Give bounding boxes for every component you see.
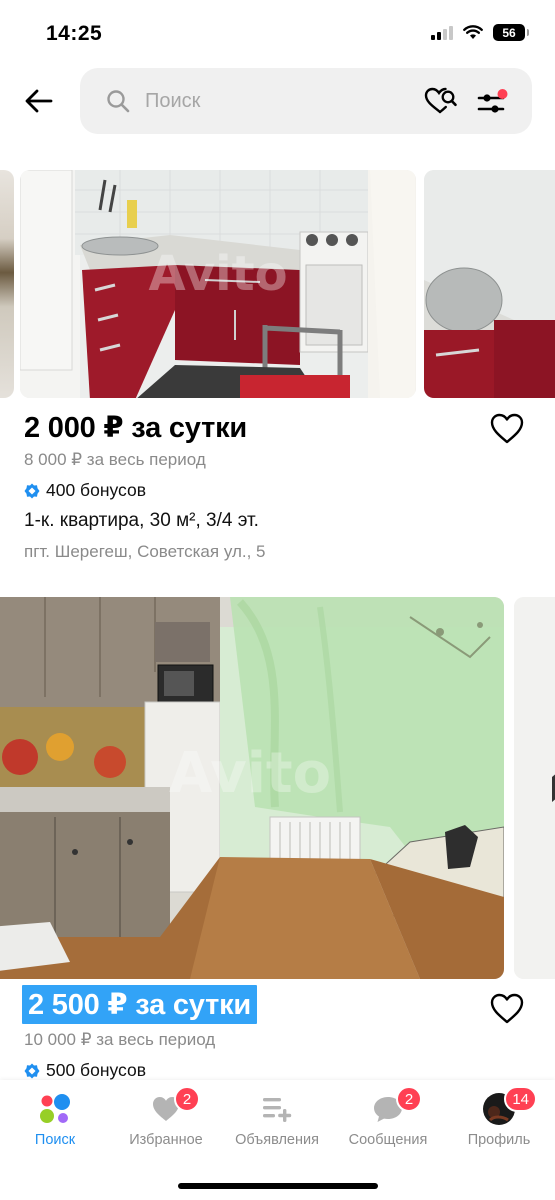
- arrow-left-icon: [25, 89, 53, 113]
- search-icon: [107, 90, 130, 113]
- listing-bonus: 500 бонусов: [24, 1060, 146, 1081]
- photo-carousel[interactable]: Avito: [0, 597, 555, 979]
- tab-messages[interactable]: 2 Сообщения: [333, 1080, 443, 1160]
- bonus-icon: [24, 1063, 40, 1078]
- wifi-icon: [463, 25, 483, 39]
- status-bar: 14:25 56: [0, 0, 555, 62]
- bonus-label: 400 бонусов: [46, 480, 147, 500]
- avatar-icon: 14: [481, 1086, 537, 1126]
- favorites-badge: 2: [174, 1086, 200, 1112]
- avito-dots-icon: [37, 1092, 73, 1126]
- listing-card[interactable]: Avito 2 000 ₽ за сутки 8 000 ₽ за весь п…: [0, 170, 555, 570]
- heart-search-icon[interactable]: [424, 87, 458, 115]
- kitchen-photo-image: Avito: [0, 597, 504, 979]
- bonus-icon: [24, 483, 40, 498]
- tab-label: Поиск: [34, 1132, 76, 1148]
- kitchen-photo-next-image: [424, 170, 555, 398]
- search-bar[interactable]: [80, 68, 532, 134]
- listing-price: 2 500 ₽ за сутки: [22, 985, 258, 1024]
- svg-text:Avito: Avito: [148, 246, 287, 302]
- home-indicator: [178, 1183, 378, 1189]
- listing-details: 1-к. квартира, 30 м², 3/4 эт.: [24, 510, 259, 531]
- tab-favorites[interactable]: 2 Избранное: [111, 1080, 221, 1160]
- tab-label: Профиль: [467, 1132, 531, 1148]
- listing-photo[interactable]: Avito: [20, 170, 416, 398]
- favorite-heart-icon[interactable]: [489, 992, 525, 1026]
- listing-photo-next[interactable]: [514, 597, 555, 979]
- battery-level: 56: [502, 25, 516, 40]
- tab-listings[interactable]: Объявления: [222, 1080, 332, 1160]
- listing-photo-next[interactable]: [424, 170, 555, 398]
- heart-icon: 2: [148, 1086, 200, 1126]
- favorite-heart-icon[interactable]: [489, 412, 525, 446]
- listing-period-total: 10 000 ₽ за весь период: [24, 1030, 216, 1049]
- svg-text:Avito: Avito: [169, 741, 331, 806]
- tab-label: Избранное: [129, 1132, 203, 1148]
- tab-label: Сообщения: [348, 1132, 428, 1148]
- listing-photo[interactable]: Avito: [0, 597, 504, 979]
- sliders-icon[interactable]: [476, 88, 510, 118]
- listing-price: 2 000 ₽ за сутки: [24, 412, 248, 444]
- listing-photo-prev[interactable]: [0, 170, 14, 398]
- photo-next-image: [514, 597, 555, 979]
- listing-bonus: 400 бонусов: [24, 480, 146, 501]
- status-icons: 56: [431, 24, 529, 41]
- photo-carousel[interactable]: Avito: [0, 170, 555, 398]
- profile-badge: 14: [504, 1086, 537, 1112]
- tab-search[interactable]: Поиск: [0, 1080, 110, 1160]
- cellular-signal-icon: [431, 25, 453, 40]
- status-time: 14:25: [46, 22, 103, 45]
- search-input[interactable]: [145, 90, 405, 113]
- battery-indicator: 56: [493, 24, 529, 41]
- list-add-icon: [259, 1092, 295, 1126]
- listing-address: пгт. Шерегеш, Советская ул., 5: [24, 542, 266, 561]
- tab-profile[interactable]: 14 Профиль: [444, 1080, 554, 1160]
- tab-label: Объявления: [235, 1132, 319, 1148]
- back-button[interactable]: [22, 84, 56, 118]
- chat-bubble-icon: 2: [370, 1086, 422, 1126]
- search-header: [0, 64, 555, 138]
- bottom-tab-bar: Поиск 2 Избранное Объявления 2 Сообщения…: [0, 1080, 555, 1200]
- bonus-label: 500 бонусов: [46, 1060, 147, 1080]
- messages-badge: 2: [396, 1086, 422, 1112]
- kitchen-photo-image: Avito: [20, 170, 416, 398]
- listing-card[interactable]: Avito 2 500 ₽ за сутки 10 000 ₽ за весь …: [0, 597, 555, 1080]
- listing-period-total: 8 000 ₽ за весь период: [24, 450, 206, 469]
